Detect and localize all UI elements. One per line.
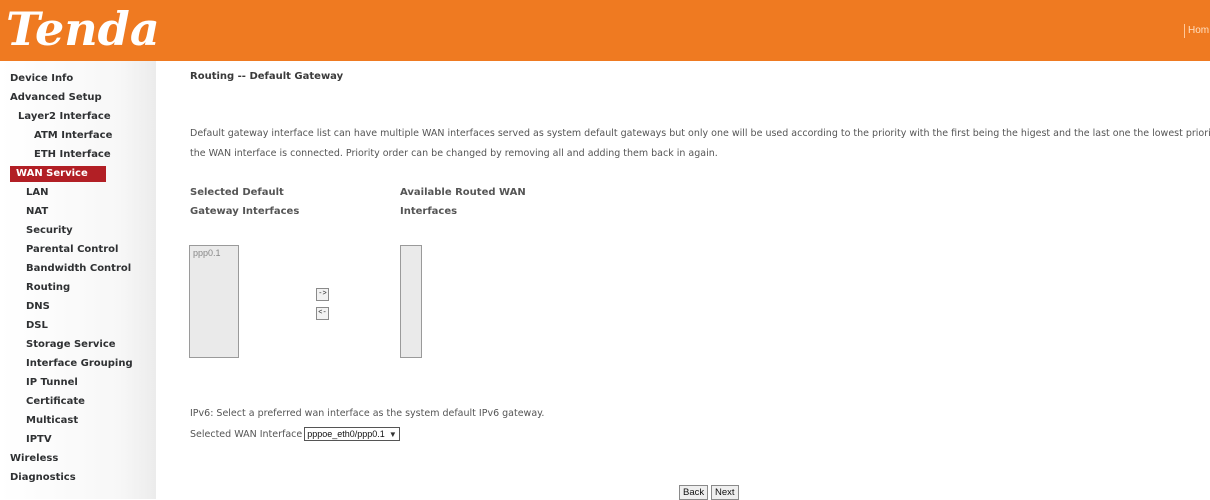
wan-interface-select[interactable]: pppoe_eth0/ppp0.1 ▼	[304, 427, 400, 441]
available-wan-listbox[interactable]	[400, 245, 422, 358]
sidebar-item-device-info[interactable]: Device Info	[10, 71, 73, 87]
next-button[interactable]: Next	[711, 485, 739, 500]
sidebar-item-nat[interactable]: NAT	[26, 204, 48, 220]
header-bar: Tenda Hom	[0, 0, 1210, 61]
ipv6-note: IPv6: Select a preferred wan interface a…	[190, 408, 545, 419]
wan-interface-row: Selected WAN Interface pppoe_eth0/ppp0.1…	[190, 427, 400, 441]
back-button[interactable]: Back	[679, 485, 709, 500]
selected-gateway-listbox[interactable]: ppp0.1	[189, 245, 239, 358]
sidebar-item-wan-service[interactable]: WAN Service	[10, 166, 106, 182]
description-line-1: Default gateway interface list can have …	[190, 128, 1210, 139]
sidebar-item-lan[interactable]: LAN	[26, 185, 48, 201]
selected-interface-option[interactable]: ppp0.1	[193, 248, 235, 258]
sidebar-item-eth-interface[interactable]: ETH Interface	[34, 147, 111, 163]
sidebar-item-wireless[interactable]: Wireless	[10, 451, 58, 467]
sidebar-item-certificate[interactable]: Certificate	[26, 394, 85, 410]
sidebar-item-storage-service[interactable]: Storage Service	[26, 337, 116, 353]
main-content: Routing -- Default Gateway Default gatew…	[156, 61, 1210, 500]
sidebar-item-advanced-setup[interactable]: Advanced Setup	[10, 90, 102, 106]
sidebar-item-security[interactable]: Security	[26, 223, 73, 239]
wan-interface-value: pppoe_eth0/ppp0.1	[307, 429, 385, 439]
available-wan-label-line-2: Interfaces	[400, 206, 458, 217]
move-left-button[interactable]: <-	[316, 307, 329, 320]
sidebar-item-bandwidth-control[interactable]: Bandwidth Control	[26, 261, 131, 277]
sidebar-item-layer2-interface[interactable]: Layer2 Interface	[18, 109, 111, 125]
sidebar-item-parental-control[interactable]: Parental Control	[26, 242, 118, 258]
sidebar-item-iptv[interactable]: IPTV	[26, 432, 52, 448]
tenda-logo: Tenda	[6, 2, 160, 56]
sidebar-item-diagnostics[interactable]: Diagnostics	[10, 470, 76, 486]
sidebar-item-routing[interactable]: Routing	[26, 280, 70, 296]
home-link[interactable]: Hom	[1184, 24, 1210, 38]
chevron-down-icon: ▼	[388, 429, 397, 439]
page-title: Routing -- Default Gateway	[190, 71, 344, 82]
sidebar: Device Info Advanced Setup Layer2 Interf…	[0, 61, 156, 499]
sidebar-item-dsl[interactable]: DSL	[26, 318, 48, 334]
sidebar-item-interface-grouping[interactable]: Interface Grouping	[26, 356, 133, 372]
sidebar-item-atm-interface[interactable]: ATM Interface	[34, 128, 112, 144]
selected-gateway-label-line-1: Selected Default	[190, 187, 284, 198]
description-line-2: the WAN interface is connected. Priority…	[190, 148, 718, 159]
move-right-button[interactable]: ->	[316, 288, 329, 301]
sidebar-item-dns[interactable]: DNS	[26, 299, 50, 315]
sidebar-item-multicast[interactable]: Multicast	[26, 413, 78, 429]
wan-interface-label: Selected WAN Interface	[190, 428, 303, 440]
sidebar-item-ip-tunnel[interactable]: IP Tunnel	[26, 375, 78, 391]
selected-gateway-label-line-2: Gateway Interfaces	[190, 206, 300, 217]
available-wan-label-line-1: Available Routed WAN	[400, 187, 526, 198]
